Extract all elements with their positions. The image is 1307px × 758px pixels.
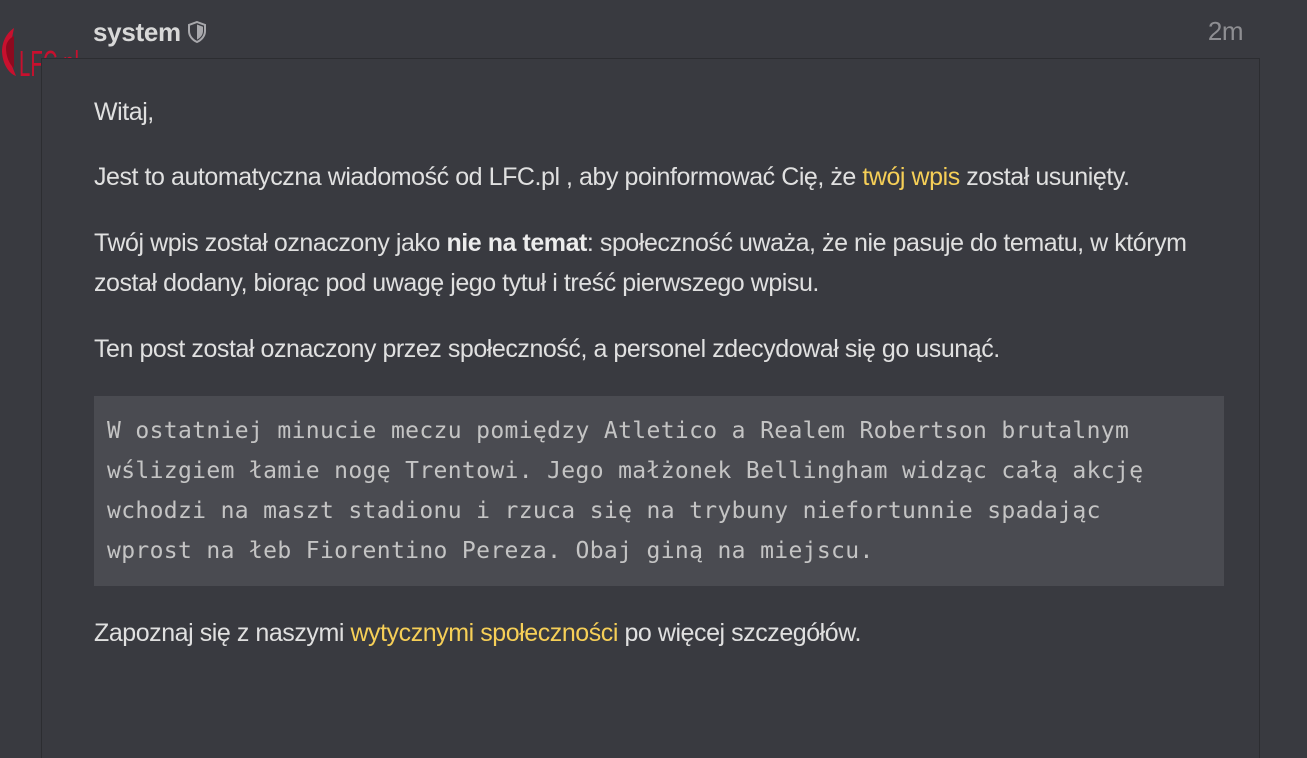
post-time[interactable]: 2m [1208,16,1244,47]
footer-paragraph: Zapoznaj się z naszymi wytycznymi społec… [94,613,1224,653]
greeting: Witaj, [94,98,154,126]
flag-paragraph: Ten post został oznaczony przez społeczn… [94,335,1000,363]
shield-icon [187,20,207,44]
quote-line: wprost na łeb Fiorentino Pereza. Obaj gi… [107,538,874,564]
intro-text: Jest to automatyczna wiadomość od LFC.pl… [94,163,863,191]
post-body: Witaj, Jest to automatyczna wiadomość od… [94,92,1224,653]
footer-text: Zapoznaj się z naszymi [94,619,351,647]
username[interactable]: system [93,17,181,48]
post-header: system [93,14,207,50]
quote-line: W ostatniej minucie meczu pomiędzy Atlet… [107,418,1130,444]
reason-paragraph: Twój wpis został oznaczony jako nie na t… [94,223,1224,303]
footer-text-end: po więcej szczegółów. [617,619,861,647]
quote-line: wchodzi na maszt stadionu i rzuca się na… [107,498,1101,524]
intro-text-end: został usunięty. [959,163,1130,191]
reason-text: Twój wpis został oznaczony jako [94,229,447,257]
quote-line: wślizgiem łamie nogę Trentowi. Jego małż… [107,458,1144,484]
intro-paragraph: Jest to automatyczna wiadomość od LFC.pl… [94,157,1224,197]
quoted-post: W ostatniej minucie meczu pomiędzy Atlet… [94,396,1224,586]
your-post-link[interactable]: twój wpis [862,163,960,191]
community-guidelines-link[interactable]: wytycznymi społeczności [350,619,618,647]
reason-flag-type: nie na temat [446,229,587,257]
